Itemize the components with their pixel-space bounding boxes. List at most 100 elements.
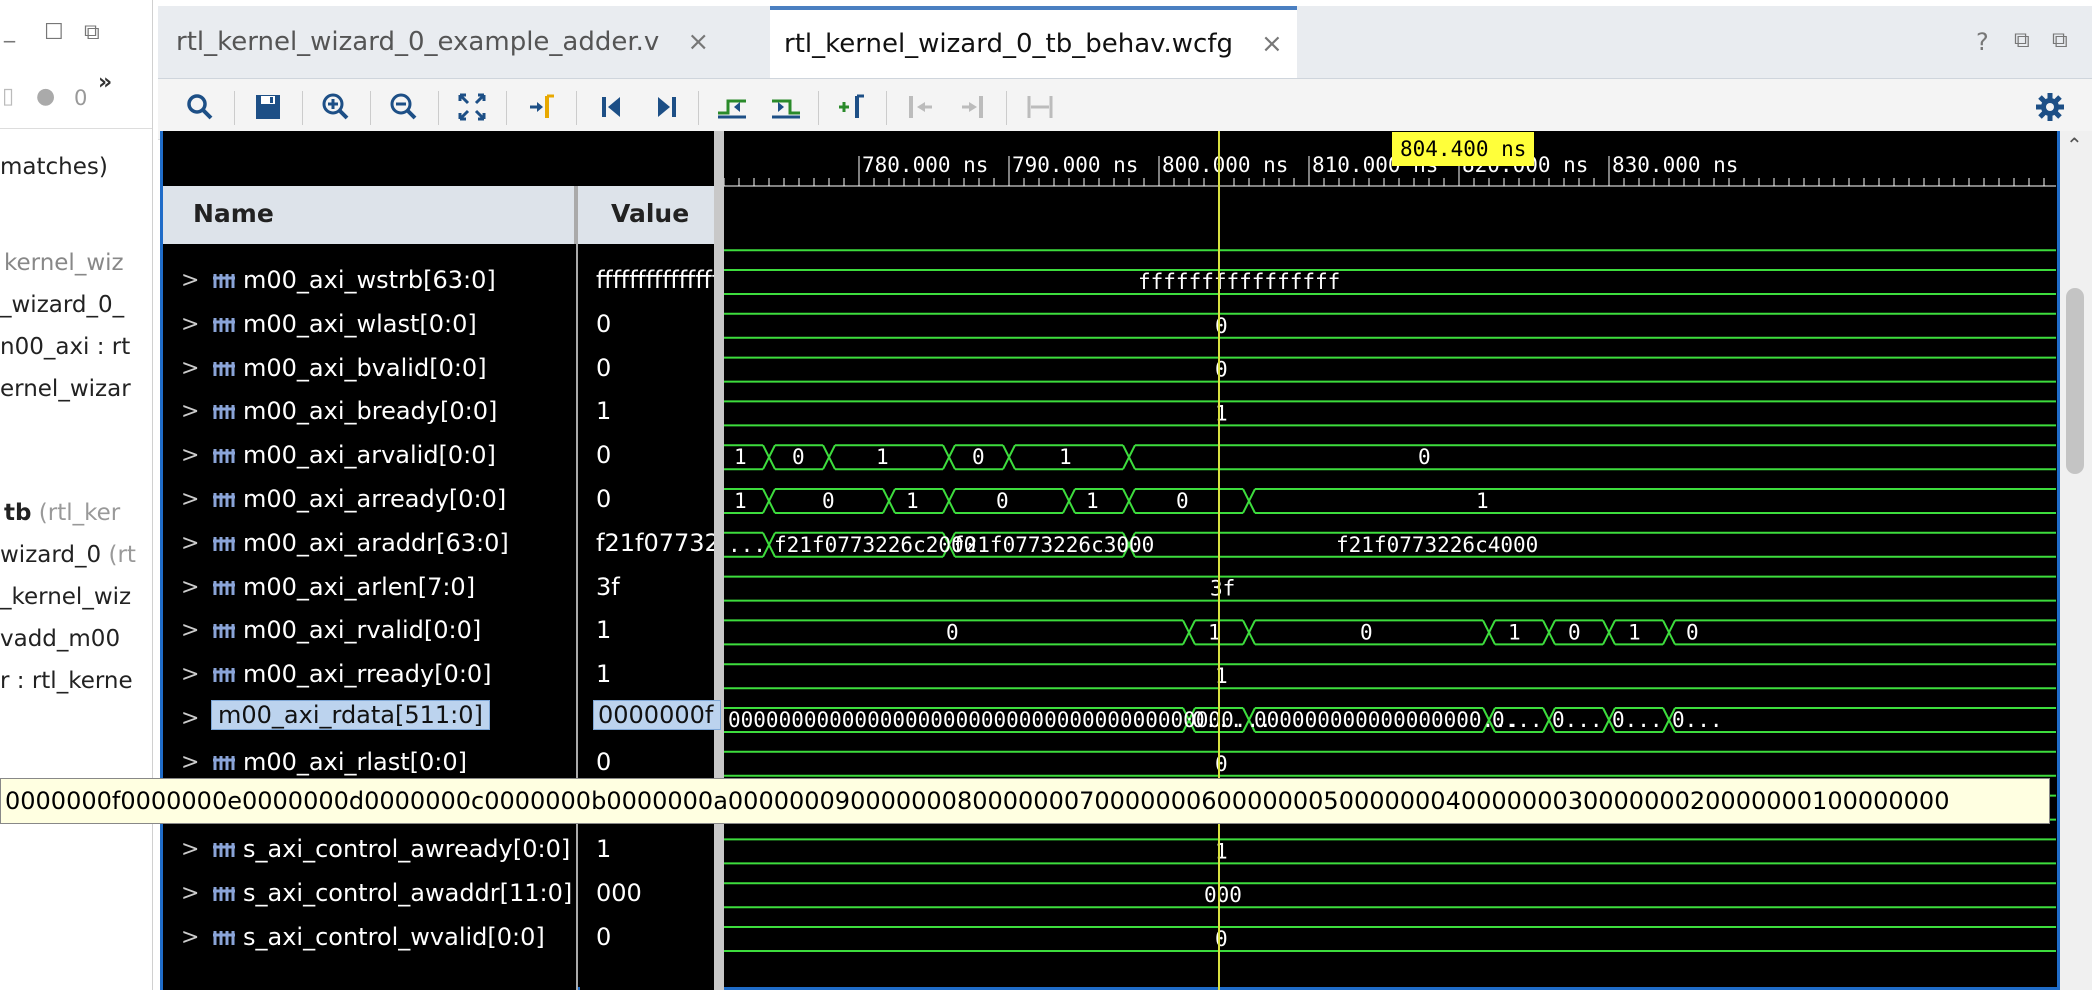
- scrollbar-thumb[interactable]: [2066, 288, 2084, 474]
- name-column-header[interactable]: Name: [163, 186, 576, 244]
- expand-chevron-icon[interactable]: >: [181, 662, 199, 687]
- expand-chevron-icon[interactable]: >: [181, 356, 199, 381]
- expand-chevron-icon[interactable]: >: [181, 925, 199, 950]
- expand-chevron-icon[interactable]: >: [181, 443, 199, 468]
- overflow-chevron-icon[interactable]: »: [98, 70, 112, 95]
- restore-icon[interactable]: ☐: [44, 20, 64, 45]
- signal-row[interactable]: > s_axi_control_awaddr[11:0] 000: [163, 873, 714, 917]
- value-tooltip: 0000000f0000000e0000000d0000000c0000000b…: [0, 778, 2050, 824]
- bus-value-label: 0: [1176, 489, 1189, 513]
- maximize-icon[interactable]: ⧉: [2052, 28, 2068, 53]
- signal-row[interactable]: > m00_axi_arready[0:0] 0: [163, 479, 714, 523]
- signal-value: 000: [596, 879, 642, 908]
- go-to-start-icon[interactable]: [590, 85, 634, 129]
- expand-chevron-icon[interactable]: >: [181, 575, 199, 600]
- hierarchy-item[interactable]: kernel_wiz: [4, 250, 124, 276]
- expand-chevron-icon[interactable]: >: [181, 399, 199, 424]
- signal-row[interactable]: > m00_axi_wstrb[63:0] ffffffffffffffff: [163, 260, 714, 304]
- previous-marker-icon[interactable]: [898, 85, 942, 129]
- hierarchy-item[interactable]: ernel_wizar: [0, 376, 131, 402]
- toolbar-separator: [370, 91, 371, 125]
- signal-name: m00_axi_bvalid[0:0]: [243, 353, 487, 382]
- zoom-out-icon[interactable]: [382, 85, 426, 129]
- detach-icon[interactable]: ⧉: [84, 20, 100, 45]
- waveform-canvas[interactable]: 780.000 ns 790.000 ns 800.000 ns 810.000 ns…: [724, 131, 2056, 990]
- go-to-cursor-icon[interactable]: [520, 85, 564, 129]
- signal-row[interactable]: > m00_axi_rvalid[0:0] 1: [163, 610, 714, 654]
- help-icon[interactable]: ?: [1976, 28, 1989, 56]
- cursor-time-label[interactable]: 804.400 ns: [1392, 132, 1535, 166]
- signal-row[interactable]: > m00_axi_bvalid[0:0] 0: [163, 348, 714, 392]
- signal-row[interactable]: > m00_axi_arvalid[0:0] 0: [163, 435, 714, 479]
- expand-chevron-icon[interactable]: >: [181, 312, 199, 337]
- hierarchy-item[interactable]: _kernel_wiz: [0, 584, 131, 610]
- signal-row[interactable]: > m00_axi_wlast[0:0] 0: [163, 304, 714, 348]
- bus-value-label: 1: [734, 445, 747, 469]
- previous-transition-icon[interactable]: [710, 85, 754, 129]
- bus-value-label: 000000000000000000...: [1254, 708, 1520, 732]
- expand-chevron-icon[interactable]: >: [181, 618, 199, 643]
- signal-row[interactable]: > m00_axi_bready[0:0] 1: [163, 391, 714, 435]
- bus-value-label: 1: [734, 489, 747, 513]
- scroll-up-icon[interactable]: ⌃: [2066, 133, 2083, 157]
- bus-value-label: 0: [792, 445, 805, 469]
- zoom-in-icon[interactable]: [314, 85, 358, 129]
- minimize-icon[interactable]: _: [4, 18, 15, 43]
- bus-value-label: 0: [996, 489, 1009, 513]
- vertical-scrollbar[interactable]: ⌃: [2060, 131, 2092, 990]
- signal-name: m00_axi_rvalid[0:0]: [243, 616, 482, 645]
- go-to-end-icon[interactable]: [644, 85, 688, 129]
- signal-row[interactable]: > m00_axi_rready[0:0] 1: [163, 654, 714, 698]
- hierarchy-item[interactable]: tb (rtl_ker: [4, 500, 120, 526]
- next-transition-icon[interactable]: [764, 85, 808, 129]
- expand-chevron-icon[interactable]: >: [181, 487, 199, 512]
- signal-row[interactable]: > s_axi_control_awready[0:0] 1: [163, 829, 714, 873]
- zoom-fit-icon[interactable]: [450, 85, 494, 129]
- value-column-header[interactable]: Value: [578, 186, 714, 244]
- signal-row[interactable]: > m00_axi_rdata[511:0] 0000000f: [163, 698, 721, 742]
- close-icon[interactable]: ×: [1261, 29, 1283, 59]
- signal-value: 0: [596, 441, 612, 470]
- add-marker-icon[interactable]: [830, 85, 874, 129]
- expand-chevron-icon[interactable]: >: [181, 531, 199, 556]
- hierarchy-item-label: _wizard_0_: [0, 292, 125, 318]
- pane-splitter[interactable]: [714, 131, 724, 990]
- tab-label: rtl_kernel_wizard_0_example_adder.v: [176, 27, 660, 57]
- tab-tb-behav-wcfg[interactable]: rtl_kernel_wizard_0_tb_behav.wcfg ×: [770, 6, 1297, 78]
- bus-value-label: 0...: [1672, 708, 1723, 732]
- hierarchy-item[interactable]: _wizard_0_: [0, 292, 124, 318]
- expand-chevron-icon[interactable]: >: [181, 706, 199, 731]
- bus-value-label: 0: [1215, 752, 1228, 776]
- hierarchy-item[interactable]: n00_axi : rt: [0, 334, 130, 360]
- save-icon[interactable]: [246, 85, 290, 129]
- bus-signal-icon: [213, 580, 235, 595]
- expand-chevron-icon[interactable]: >: [181, 881, 199, 906]
- signal-row[interactable]: > m00_axi_arlen[7:0] 3f: [163, 567, 714, 611]
- toolbar-separator: [886, 91, 887, 125]
- signal-value: f21f0773226c4000: [596, 528, 714, 557]
- expand-chevron-icon[interactable]: >: [181, 837, 199, 862]
- expand-chevron-icon[interactable]: >: [181, 268, 199, 293]
- signal-name: m00_axi_rlast[0:0]: [243, 747, 468, 776]
- close-icon[interactable]: ×: [687, 27, 709, 57]
- hierarchy-item[interactable]: wizard_0 (rt: [0, 542, 136, 568]
- bus-value-label: ffffffffffffffff: [1138, 270, 1340, 294]
- swap-cursors-icon[interactable]: [1018, 85, 1062, 129]
- hierarchy-item[interactable]: r : rtl_kerne: [0, 668, 133, 694]
- next-marker-icon[interactable]: [952, 85, 996, 129]
- restore-icon[interactable]: ⧉: [2014, 28, 2030, 53]
- expand-chevron-icon[interactable]: >: [181, 750, 199, 775]
- signal-row[interactable]: > m00_axi_araddr[63:0] f21f0773226c4000: [163, 523, 714, 567]
- signal-row[interactable]: > s_axi_control_wvalid[0:0] 0: [163, 917, 714, 961]
- hierarchy-item[interactable]: vadd_m00: [0, 626, 120, 652]
- signal-name: m00_axi_araddr[63:0]: [243, 528, 509, 557]
- bus-value-label: 0...: [1552, 708, 1603, 732]
- bus-value-label: 1: [1086, 489, 1099, 513]
- gear-icon[interactable]: [2028, 85, 2072, 129]
- bus-value-label: 0: [1418, 445, 1431, 469]
- name-header-label: Name: [193, 199, 274, 228]
- signal-value: 0: [596, 747, 612, 776]
- hierarchy-item[interactable]: matches): [0, 154, 108, 180]
- tab-example-adder[interactable]: rtl_kernel_wizard_0_example_adder.v ×: [176, 6, 709, 78]
- search-icon[interactable]: [178, 85, 222, 129]
